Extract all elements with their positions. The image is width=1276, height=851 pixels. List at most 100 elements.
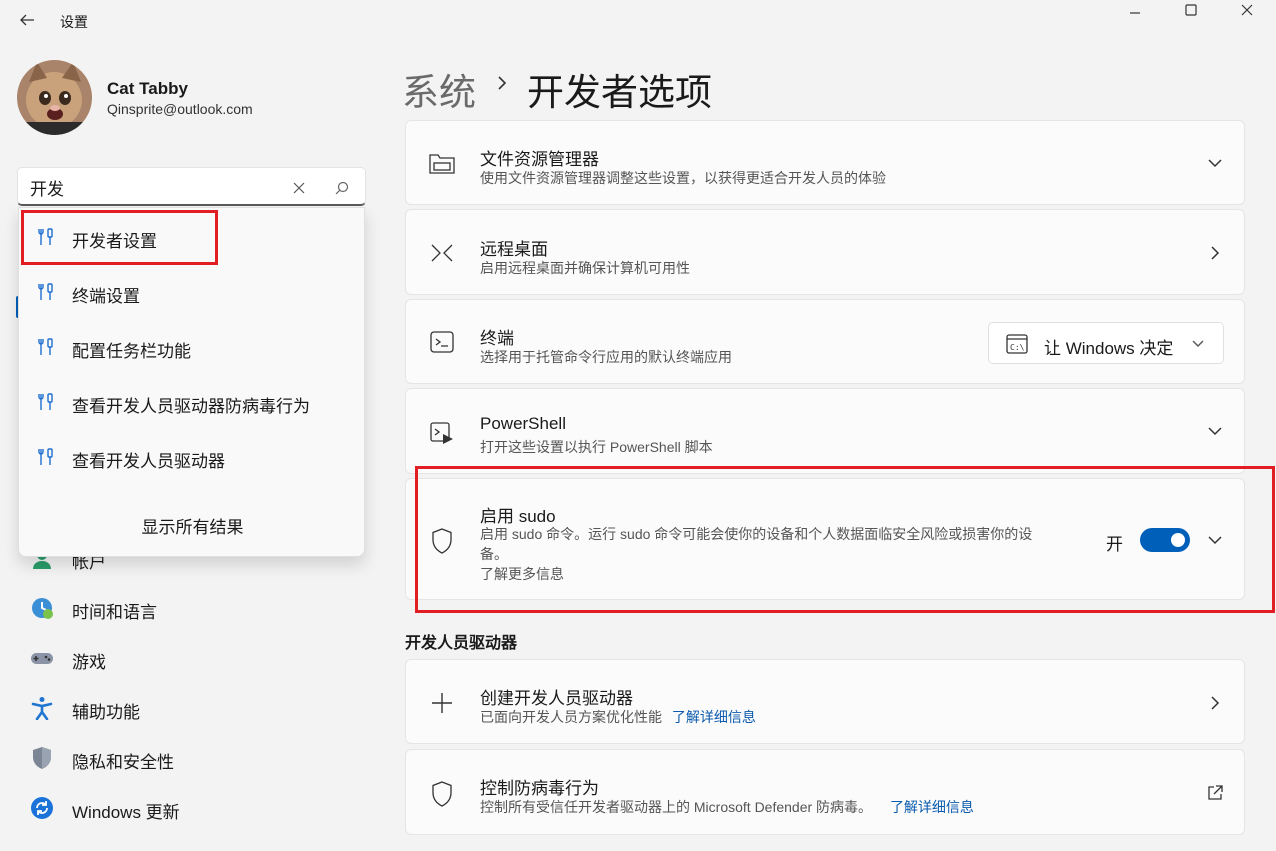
search-result-item[interactable]: 开发者设置 [19,213,366,259]
wrench-screwdriver-icon [38,228,53,245]
card-title: 终端 [480,329,514,348]
card-desc: 已面向开发人员方案优化性能 了解详细信息 [480,707,756,727]
navigate-button[interactable] [1204,242,1226,264]
search-result-label: 配置任务栏功能 [72,342,191,361]
minimize-button[interactable] [1106,0,1164,20]
nav-item-gaming[interactable]: 游戏 [22,638,362,678]
minimize-icon [1130,12,1140,14]
breadcrumb-parent[interactable]: 系统 [402,62,476,116]
nav-item-windows-update[interactable]: Windows 更新 [22,788,362,828]
clear-icon [293,182,305,194]
card-remote-desktop[interactable]: 远程桌面 启用远程桌面并确保计算机可用性 [405,209,1245,295]
command-prompt-icon: C:\ [1006,334,1028,354]
search-result-label: 查看开发人员驱动器防病毒行为 [72,397,310,416]
search-result-label: 开发者设置 [72,232,157,251]
avatar[interactable] [17,60,92,135]
search-box[interactable] [17,167,366,206]
nav-item-time-language[interactable]: 时间和语言 [22,588,362,628]
shield-icon [428,780,456,808]
close-icon [1241,4,1253,16]
nav-label: 时间和语言 [72,603,157,622]
user-email: Qinsprite@outlook.com [107,101,253,117]
chevron-down-icon [1208,427,1222,436]
accessibility-icon [31,697,53,720]
close-button[interactable] [1218,0,1276,20]
powershell-icon [428,419,456,447]
external-link-icon [1208,785,1223,800]
cat-avatar-icon [17,60,92,135]
privacy-shield-icon [33,747,51,769]
default-terminal-dropdown[interactable]: C:\ 让 Windows 决定 [988,322,1224,364]
wrench-screwdriver-icon [38,283,53,300]
card-title: 远程桌面 [480,240,548,259]
card-title: 创建开发人员驱动器 [480,689,633,708]
wrench-screwdriver-icon [38,338,53,355]
chevron-down-icon [1208,159,1222,168]
search-input[interactable] [30,175,280,199]
chevron-down-icon [1208,536,1222,545]
learn-more-link[interactable]: 了解更多信息 [480,564,564,584]
learn-details-link[interactable]: 了解详细信息 [672,709,756,725]
show-all-results-button[interactable]: 显示所有结果 [19,513,366,538]
card-terminal[interactable]: 终端 选择用于托管命令行应用的默认终端应用 C:\ 让 Windows 决定 [405,299,1245,384]
card-file-explorer[interactable]: 文件资源管理器 使用文件资源管理器调整这些设置，以获得更适合开发人员的体验 [405,120,1245,205]
windows-update-icon [31,797,53,819]
terminal-icon [428,328,456,356]
wrench-screwdriver-icon [38,393,53,410]
folder-icon [428,149,456,177]
search-result-item[interactable]: 查看开发人员驱动器防病毒行为 [19,378,366,424]
search-result-item[interactable]: 查看开发人员驱动器 [19,433,366,479]
shield-icon [428,527,456,555]
maximize-button[interactable] [1162,0,1220,20]
user-name: Cat Tabby [107,79,188,98]
back-button[interactable] [12,6,42,34]
nav-label: 游戏 [72,653,106,672]
toggle-knob [1171,533,1185,547]
svg-text:C:\: C:\ [1010,343,1025,352]
expand-button[interactable] [1204,152,1226,174]
card-antivirus-behavior[interactable]: 控制防病毒行为 控制所有受信任开发者驱动器上的 Microsoft Defend… [405,749,1245,835]
card-desc: 控制所有受信任开发者驱动器上的 Microsoft Defender 防病毒。 … [480,797,974,817]
card-powershell[interactable]: PowerShell 打开这些设置以执行 PowerShell 脚本 [405,388,1245,474]
expand-button[interactable] [1204,529,1226,551]
sudo-toggle[interactable] [1140,528,1190,552]
page-title: 开发者选项 [527,72,712,113]
card-desc-line1: 启用 sudo 命令。运行 sudo 命令可能会使你的设备和个人数据面临安全风险… [480,526,1033,542]
card-desc: 使用文件资源管理器调整这些设置，以获得更适合开发人员的体验 [480,170,886,186]
search-result-label: 终端设置 [72,287,140,306]
search-result-item[interactable]: 终端设置 [19,268,366,314]
search-icon [335,181,349,195]
card-create-dev-drive[interactable]: 创建开发人员驱动器 已面向开发人员方案优化性能 了解详细信息 [405,659,1245,744]
search-button[interactable] [331,177,353,199]
dropdown-value: 让 Windows 决定 [1044,339,1174,358]
toggle-state-label: 开 [1106,535,1123,554]
card-title: 控制防病毒行为 [480,779,599,798]
nav-label: 隐私和安全性 [72,753,174,772]
card-title: PowerShell [480,414,566,433]
card-desc: 启用远程桌面并确保计算机可用性 [480,260,690,276]
clear-search-button[interactable] [288,177,310,199]
remote-desktop-icon [428,239,456,267]
expand-button[interactable] [1204,420,1226,442]
card-desc: 选择用于托管命令行应用的默认终端应用 [480,349,732,365]
card-desc: 打开这些设置以执行 PowerShell 脚本 [480,439,713,455]
back-arrow-icon [20,14,34,26]
navigate-button[interactable] [1204,692,1226,714]
chevron-down-icon [1189,335,1207,353]
chevron-right-icon [498,76,507,90]
learn-details-link[interactable]: 了解详细信息 [890,799,974,815]
card-desc-line2: 备。 [480,546,508,562]
open-external-button[interactable] [1204,782,1226,804]
nav-label: Windows 更新 [72,803,180,822]
nav-item-accessibility[interactable]: 辅助功能 [22,688,362,728]
time-language-icon [32,598,53,619]
search-result-label: 查看开发人员驱动器 [72,452,225,471]
card-title: 文件资源管理器 [480,150,599,169]
breadcrumb-separator [490,66,514,100]
maximize-icon [1185,4,1197,16]
card-desc-text: 控制所有受信任开发者驱动器上的 Microsoft Defender 防病毒。 [480,799,873,815]
search-result-item[interactable]: 配置任务栏功能 [19,323,366,369]
chevron-right-icon [1211,246,1220,260]
nav-item-privacy[interactable]: 隐私和安全性 [22,738,362,778]
card-enable-sudo[interactable]: 启用 sudo 启用 sudo 命令。运行 sudo 命令可能会使你的设备和个人… [405,478,1245,600]
